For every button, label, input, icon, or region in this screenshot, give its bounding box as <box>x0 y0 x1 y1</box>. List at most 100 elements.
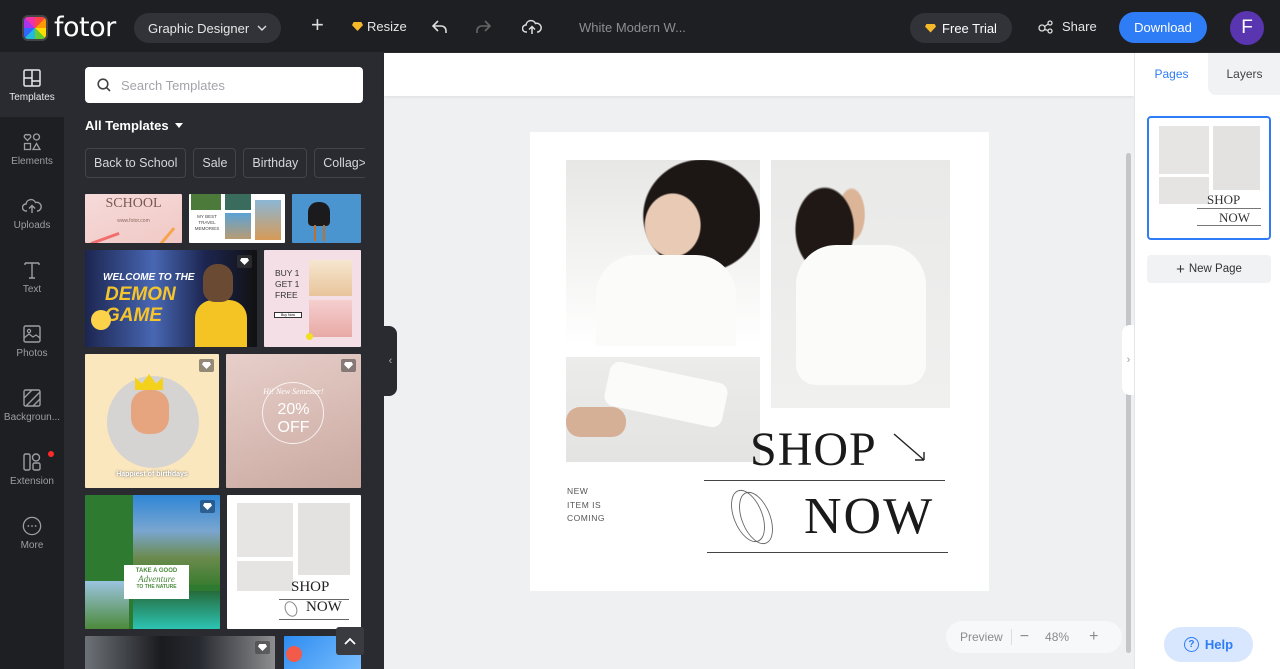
rail-label: Templates <box>9 91 55 103</box>
sidebar-item-extension[interactable]: Extension <box>0 437 64 501</box>
headline-shop[interactable]: SHOP <box>750 422 877 477</box>
help-button[interactable]: ? Help <box>1164 627 1253 662</box>
template-title: Happiest of birthdays <box>116 471 188 478</box>
chevron-left-icon: ‹ <box>388 355 393 367</box>
chair-leg <box>323 225 325 241</box>
template-card[interactable]: Hi! New Semester! 20% OFF <box>226 354 361 488</box>
free-trial-button[interactable]: Free Trial <box>910 13 1012 43</box>
photo-woman-smiling[interactable] <box>566 160 760 346</box>
photo-woman-posing[interactable] <box>771 160 950 408</box>
more-icon <box>22 516 42 535</box>
photo-boots[interactable] <box>566 357 760 462</box>
sidebar-item-templates[interactable]: Templates <box>0 53 64 117</box>
template-card[interactable] <box>85 636 275 669</box>
premium-gem-icon <box>352 22 363 31</box>
share-button[interactable]: Share <box>1038 19 1097 34</box>
undo-icon[interactable] <box>431 19 449 35</box>
new-item-text[interactable]: NEW ITEM IS COMING <box>567 485 605 526</box>
pencil-decoration <box>90 231 120 243</box>
cupcake-photo <box>309 300 352 337</box>
cupcake-photo <box>309 260 352 296</box>
vertical-scrollbar[interactable] <box>1126 153 1131 653</box>
scroll-to-top-button[interactable] <box>336 627 364 655</box>
sidebar-item-uploads[interactable]: Uploads <box>0 181 64 245</box>
thumb-shop: SHOP <box>1207 192 1241 207</box>
collapse-panel-button[interactable]: ‹ <box>384 326 397 396</box>
template-card[interactable]: TAKE A GOOD Adventure TO THE NATURE <box>85 495 220 629</box>
resize-button[interactable]: Resize <box>352 19 407 34</box>
chip-sale[interactable]: Sale <box>193 148 237 178</box>
document-title[interactable]: White Modern W... <box>579 20 686 35</box>
cloud-upload-icon[interactable] <box>522 18 542 36</box>
divider <box>1197 208 1261 209</box>
chevron-up-icon <box>344 637 356 645</box>
template-card[interactable]: WELCOME TO THE DEMON GAME <box>85 250 257 347</box>
template-title: SHOP <box>291 579 330 595</box>
tab-pages[interactable]: Pages <box>1135 53 1208 95</box>
chip-collage[interactable]: Collag> <box>314 148 365 178</box>
search-input[interactable] <box>121 77 341 93</box>
template-subtitle: DEMON GAME <box>105 284 176 326</box>
template-card[interactable] <box>292 194 361 243</box>
context-toolbar <box>384 53 1134 96</box>
sidebar-item-elements[interactable]: Elements <box>0 117 64 181</box>
premium-badge <box>199 359 214 372</box>
child-face <box>131 390 169 434</box>
premium-badge <box>255 641 270 654</box>
separator <box>1010 629 1012 645</box>
buy-now-chip: Buy Now <box>274 312 302 318</box>
extension-icon <box>23 452 41 471</box>
preview-button[interactable]: Preview <box>960 630 1003 644</box>
chip-birthday[interactable]: Birthday <box>243 148 308 178</box>
chair-shape <box>308 202 330 226</box>
avatar[interactable]: F <box>1230 11 1264 45</box>
redo-icon[interactable] <box>474 19 492 35</box>
zoom-out-button[interactable]: − <box>1020 628 1029 646</box>
sidebar-item-more[interactable]: More <box>0 501 64 565</box>
role-dropdown[interactable]: Graphic Designer <box>134 13 282 43</box>
template-card[interactable]: Happiest of birthdays <box>85 354 219 488</box>
tab-layers[interactable]: Layers <box>1208 53 1280 95</box>
zoom-in-button[interactable]: + <box>1089 628 1098 646</box>
photo-tile <box>225 213 251 239</box>
text-icon <box>24 261 40 279</box>
chip-back-to-school[interactable]: Back to School <box>85 148 187 178</box>
person-shirt <box>195 300 247 347</box>
notification-badge <box>48 451 54 457</box>
divider <box>1197 225 1261 226</box>
ring-decoration[interactable] <box>726 486 778 548</box>
emoji-shocked <box>91 310 111 330</box>
rail-label: Backgroun... <box>3 411 61 423</box>
sidebar-item-text[interactable]: Text <box>0 245 64 309</box>
template-title: WELCOME TO THE <box>103 272 195 283</box>
share-label: Share <box>1062 19 1097 34</box>
photo-tile <box>237 503 293 557</box>
arrow-down-right-icon[interactable] <box>892 432 928 464</box>
search-box[interactable] <box>85 67 363 103</box>
fotor-logo[interactable]: fotor <box>22 12 116 43</box>
page-thumbnail[interactable]: SHOP NOW <box>1147 116 1271 240</box>
template-extra: TO THE NATURE <box>136 584 177 590</box>
sidebar-rail: Templates Elements Uploads Text Photos B… <box>0 53 64 669</box>
download-button[interactable]: Download <box>1119 12 1207 43</box>
pencil-decoration <box>158 227 176 243</box>
new-page-button[interactable]: + New Page <box>1147 255 1271 283</box>
template-card[interactable]: BUY 1 GET 1 FREE Buy Now <box>264 250 361 347</box>
photo-tile <box>191 194 221 210</box>
template-card[interactable]: SHOP NOW <box>227 495 361 629</box>
plus-icon[interactable]: + <box>311 14 324 36</box>
template-card[interactable]: SCHOOL www.fotor.com <box>85 194 182 243</box>
person-head <box>203 264 233 302</box>
small-text-line: COMING <box>567 513 605 523</box>
thumb-photo <box>1159 126 1209 174</box>
all-templates-dropdown[interactable]: All Templates <box>85 118 183 133</box>
templates-icon <box>23 68 41 87</box>
logo-text: fotor <box>54 12 116 43</box>
sidebar-item-photos[interactable]: Photos <box>0 309 64 373</box>
logo-icon <box>22 14 48 41</box>
headline-now[interactable]: NOW <box>804 487 934 546</box>
sidebar-item-background[interactable]: Backgroun... <box>0 373 64 437</box>
design-page[interactable]: SHOP NOW NEW ITEM IS COMING <box>530 132 989 591</box>
template-card[interactable]: MY BEST TRAVEL MEMORIES <box>189 194 285 243</box>
filter-label: All Templates <box>85 118 169 133</box>
